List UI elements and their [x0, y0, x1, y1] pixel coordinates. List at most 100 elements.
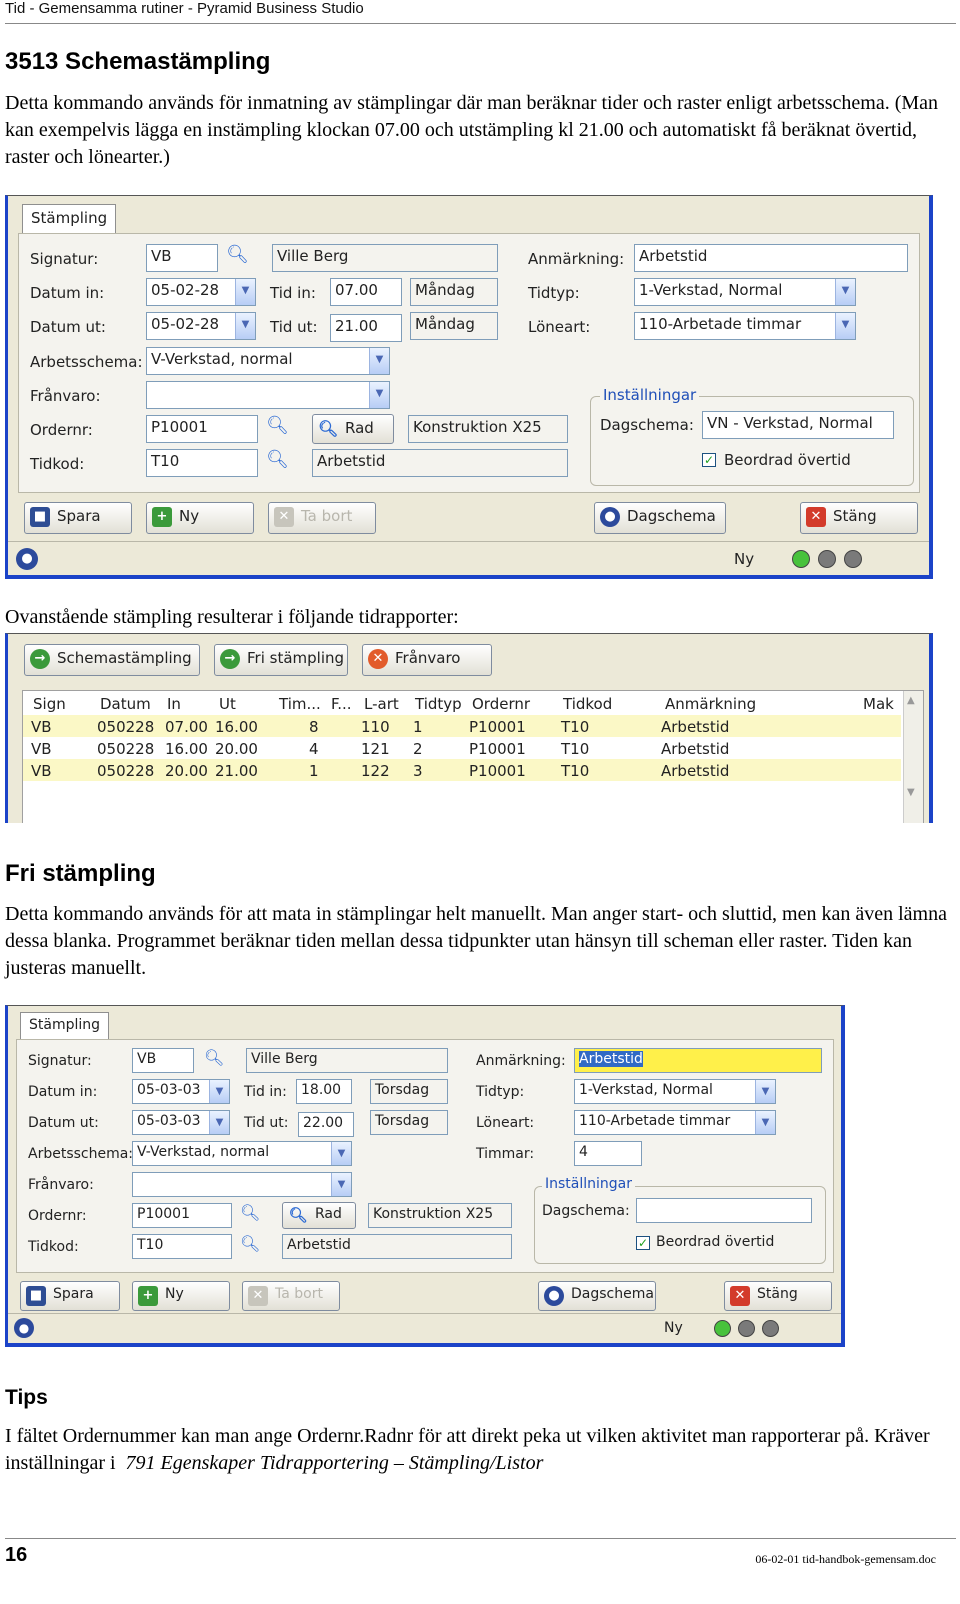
chevron-up-icon[interactable]: ▲ [907, 695, 915, 706]
search-icon[interactable]: 🔍︎ [266, 415, 289, 436]
search-icon[interactable]: 🔍︎ [226, 244, 249, 265]
spara-button[interactable]: ■ Spara [24, 502, 132, 534]
column-header[interactable]: F... [331, 695, 352, 713]
column-header[interactable]: Anmärkning [665, 695, 756, 713]
datum-ut-select[interactable]: 05-02-28 ▼ [146, 312, 256, 340]
table-row[interactable]: VB 050228 20.00 21.00 1 122 3 P10001 T10… [23, 759, 901, 781]
column-header[interactable]: In [167, 695, 181, 713]
stang-button[interactable]: ✕ Stäng [724, 1281, 832, 1311]
table-cell: 07.00 [165, 718, 208, 736]
column-header[interactable]: Ut [219, 695, 236, 713]
chevron-down-icon[interactable]: ▼ [835, 279, 855, 305]
ordernr-field[interactable]: P10001 [146, 415, 258, 443]
arbetsschema-select[interactable]: V-Verkstad, normal ▼ [146, 347, 390, 375]
save-icon: ■ [30, 507, 50, 527]
status-bar: ● Ny [8, 541, 929, 575]
dagschema-label: Dagschema: [600, 416, 694, 434]
dagschema-button[interactable]: ● Dagschema [538, 1281, 656, 1311]
chevron-down-icon[interactable]: ▼ [331, 1173, 351, 1196]
tid-in-label: Tid in: [270, 284, 316, 302]
ordernr-field[interactable]: P10001 [132, 1203, 232, 1228]
dagschema-field[interactable] [636, 1198, 812, 1223]
dagschema-field[interactable]: VN - Verkstad, Normal [702, 411, 894, 439]
tidtyp-select[interactable]: 1-Verkstad, Normal ▼ [634, 278, 856, 306]
datum-ut-select[interactable]: 05-03-03 ▼ [132, 1110, 230, 1135]
table-row[interactable]: VB 050228 16.00 20.00 4 121 2 P10001 T10… [23, 737, 901, 759]
beordrad-checkbox[interactable]: ✓ [636, 1236, 650, 1250]
status-led-gray [844, 550, 862, 568]
column-header[interactable]: Tidkod [563, 695, 612, 713]
report-window: → Schemastämpling → Fri stämpling ✕ Frånvar… [5, 633, 933, 823]
chevron-down-icon[interactable]: ▼ [235, 279, 255, 305]
signatur-field[interactable]: VB [146, 244, 218, 272]
arbetsschema-label: Arbetsschema: [28, 1146, 134, 1162]
tid-ut-field[interactable]: 22.00 [298, 1112, 354, 1137]
search-icon[interactable]: 🔍︎ [240, 1234, 260, 1253]
chevron-down-icon[interactable]: ▼ [209, 1080, 229, 1103]
ny-button[interactable]: + Ny [146, 502, 254, 534]
column-header[interactable]: Tidtyp [415, 695, 462, 713]
rad-button[interactable]: 🔍︎ Rad [282, 1202, 356, 1229]
dagschema-button[interactable]: ● Dagschema [594, 502, 726, 534]
chevron-down-icon[interactable]: ▼ [235, 313, 255, 339]
chevron-down-icon[interactable]: ▼ [755, 1080, 775, 1103]
chevron-down-icon[interactable]: ▼ [331, 1142, 351, 1165]
new-icon: + [152, 507, 172, 527]
status-bar: ● Ny [8, 1313, 841, 1343]
chevron-down-icon[interactable]: ▼ [209, 1111, 229, 1134]
tidtyp-select[interactable]: 1-Verkstad, Normal ▼ [574, 1079, 776, 1104]
column-header[interactable]: Datum [100, 695, 151, 713]
ta-bort-button[interactable]: ✕ Ta bort [268, 502, 376, 534]
tid-in-field[interactable]: 07.00 [330, 278, 402, 306]
tidkod-field[interactable]: T10 [146, 449, 258, 477]
column-header[interactable]: Tim... [279, 695, 321, 713]
tab-fri-stampling[interactable]: → Fri stämpling [214, 644, 348, 676]
rad-button[interactable]: 🔍︎ Rad [312, 414, 394, 444]
table-cell: P10001 [469, 740, 526, 758]
tidkod-field[interactable]: T10 [132, 1234, 232, 1259]
chevron-down-icon[interactable]: ▼ [835, 313, 855, 339]
anmarkning-field[interactable]: Arbetstid [634, 244, 908, 272]
datum-in-select[interactable]: 05-02-28 ▼ [146, 278, 256, 306]
vertical-scrollbar[interactable]: ▲ ▼ [903, 691, 923, 823]
chevron-down-icon[interactable]: ▼ [907, 787, 915, 798]
datum-in-select[interactable]: 05-03-03 ▼ [132, 1079, 230, 1104]
arbetsschema-select[interactable]: V-Verkstad, normal ▼ [132, 1141, 352, 1166]
stang-button[interactable]: ✕ Stäng [800, 502, 918, 534]
column-header[interactable]: Mak [863, 695, 894, 713]
tab-stampling[interactable]: Stämpling [20, 1012, 110, 1040]
anmarkning-field[interactable]: Arbetstid [574, 1048, 822, 1073]
beordrad-checkbox[interactable]: ✓ [702, 453, 716, 467]
spara-button[interactable]: ■ Spara [20, 1281, 120, 1311]
franvaro-select[interactable]: ▼ [132, 1172, 352, 1197]
loneart-select[interactable]: 110-Arbetade timmar ▼ [634, 312, 856, 340]
installningar-group [590, 396, 914, 486]
table-row[interactable]: VB 050228 07.00 16.00 8 110 1 P10001 T10… [23, 715, 901, 737]
chevron-down-icon[interactable]: ▼ [369, 348, 389, 374]
tab-schemastampling[interactable]: → Schemastämpling [24, 644, 200, 676]
loneart-label: Löneart: [528, 318, 591, 336]
table-cell: 110 [361, 718, 390, 736]
beordrad-label: Beordrad övertid [724, 451, 851, 469]
franvaro-select[interactable]: ▼ [146, 381, 390, 409]
loneart-select[interactable]: 110-Arbetade timmar ▼ [574, 1110, 776, 1135]
dag-in: Måndag [410, 278, 498, 306]
tid-ut-field[interactable]: 21.00 [330, 314, 402, 342]
tid-in-field[interactable]: 18.00 [296, 1079, 352, 1104]
column-header[interactable]: Sign [33, 695, 66, 713]
chevron-down-icon[interactable]: ▼ [755, 1111, 775, 1134]
table-cell: 050228 [97, 762, 155, 780]
tab-franvaro[interactable]: ✕ Frånvaro [362, 644, 492, 676]
chevron-down-icon[interactable]: ▼ [369, 382, 389, 408]
ny-button[interactable]: + Ny [132, 1281, 230, 1311]
search-icon[interactable]: 🔍︎ [204, 1048, 224, 1067]
search-icon[interactable]: 🔍︎ [240, 1203, 260, 1222]
column-header[interactable]: L-art [364, 695, 399, 713]
signatur-field[interactable]: VB [132, 1048, 194, 1073]
column-header[interactable]: Ordernr [472, 695, 530, 713]
tab-stampling[interactable]: Stämpling [22, 204, 117, 234]
ta-bort-button[interactable]: ✕ Ta bort [242, 1281, 340, 1311]
timmar-field[interactable]: 4 [574, 1141, 642, 1166]
timmar-label: Timmar: [476, 1146, 535, 1162]
search-icon[interactable]: 🔍︎ [266, 449, 289, 470]
